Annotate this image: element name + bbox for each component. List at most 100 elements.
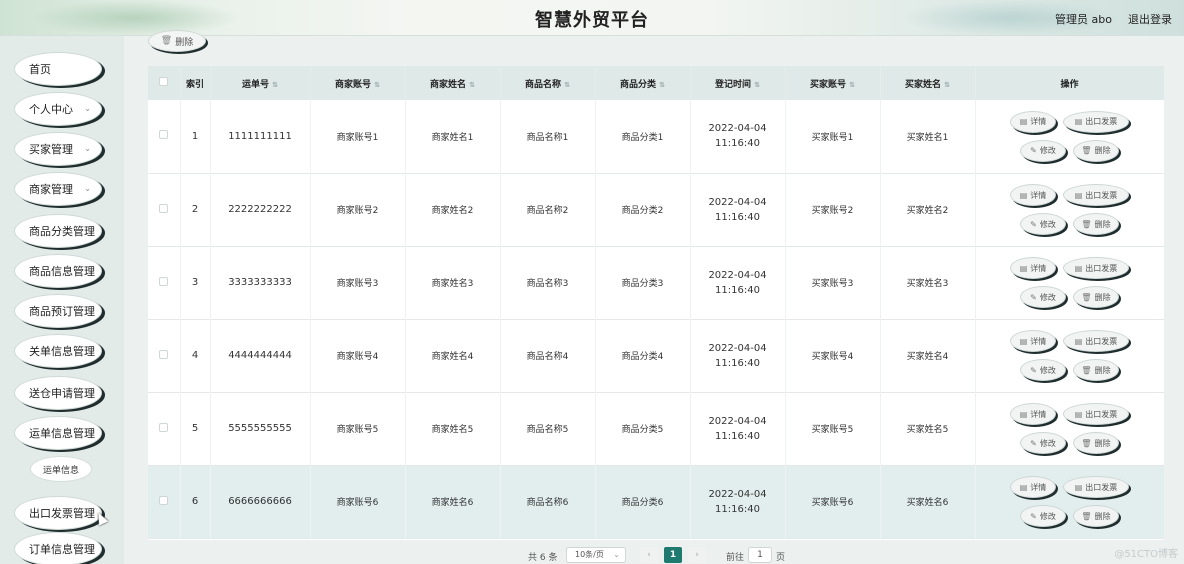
- cell-waybill: 3333333333: [210, 246, 311, 319]
- column-header[interactable]: 商家账号 ⇅: [310, 66, 406, 100]
- row-select-cell[interactable]: [148, 100, 181, 173]
- sort-icon[interactable]: ⇅: [944, 81, 950, 89]
- detail-button[interactable]: ▤ 详情: [1010, 403, 1056, 425]
- select-all-checkbox[interactable]: [159, 77, 169, 86]
- invoice-button[interactable]: ▤ 出口发票: [1063, 110, 1129, 133]
- sidebar-item[interactable]: 商品信息管理: [14, 254, 102, 288]
- column-header[interactable]: 商品分类 ⇅: [595, 66, 691, 100]
- column-header-label: 运单号: [242, 79, 270, 90]
- sidebar-item[interactable]: 运单信息管理: [14, 416, 102, 450]
- cell-index: 1: [180, 100, 211, 173]
- edit-label: 修改: [1039, 146, 1056, 156]
- row-checkbox[interactable]: [159, 422, 169, 432]
- column-header-label: 商品名称: [525, 79, 562, 90]
- sidebar-subitem[interactable]: 运单信息: [30, 456, 92, 482]
- edit-button[interactable]: ✎ 修改: [1020, 286, 1066, 308]
- row-checkbox[interactable]: [159, 349, 169, 359]
- row-select-cell[interactable]: [148, 173, 181, 246]
- pencil-icon: ✎: [1030, 365, 1037, 375]
- sort-icon[interactable]: ⇅: [469, 81, 475, 89]
- goto-page-input[interactable]: 1: [748, 547, 772, 563]
- row-select-cell[interactable]: [148, 465, 181, 538]
- next-page-button[interactable]: ›: [688, 547, 706, 563]
- document-icon: ▤: [1019, 117, 1028, 127]
- detail-button[interactable]: ▤ 详情: [1010, 476, 1056, 498]
- row-checkbox[interactable]: [159, 276, 169, 286]
- edit-button[interactable]: ✎ 修改: [1020, 432, 1066, 454]
- invoice-label: 出口发票: [1085, 336, 1118, 346]
- cell-time: 2022-04-04 11:16:40: [690, 465, 786, 538]
- sidebar-item-label: 运单信息管理: [29, 427, 95, 440]
- sort-icon[interactable]: ⇅: [849, 81, 855, 89]
- invoice-button[interactable]: ▤ 出口发票: [1063, 257, 1129, 279]
- row-checkbox[interactable]: [159, 130, 169, 140]
- sort-icon[interactable]: ⇅: [564, 81, 570, 89]
- detail-button[interactable]: ▤ 详情: [1010, 184, 1056, 206]
- batch-delete-button[interactable]: 🗑 删除: [148, 30, 206, 52]
- delete-button[interactable]: 🗑 删除: [1073, 213, 1119, 235]
- sort-icon[interactable]: ⇅: [659, 81, 665, 89]
- column-header: 索引: [180, 66, 211, 100]
- row-select-cell[interactable]: [148, 246, 181, 319]
- sidebar-item[interactable]: 首页: [14, 52, 102, 86]
- column-header[interactable]: 登记时间 ⇅: [690, 66, 786, 100]
- cell-buyer-acct: 买家账号2: [785, 173, 881, 246]
- delete-button[interactable]: 🗑 删除: [1073, 359, 1119, 381]
- invoice-button[interactable]: ▤ 出口发票: [1063, 184, 1129, 206]
- pencil-icon: ✎: [1030, 511, 1037, 521]
- sidebar-item[interactable]: 商家管理 ⌄: [14, 172, 102, 206]
- detail-button[interactable]: ▤ 详情: [1010, 257, 1056, 279]
- edit-button[interactable]: ✎ 修改: [1020, 505, 1066, 527]
- page-size-select[interactable]: 10条/页 ⌄: [566, 547, 626, 563]
- chevron-down-icon: ⌄: [84, 184, 91, 193]
- document-icon: ▤: [1019, 482, 1028, 492]
- cell-merchant-acct: 商家账号3: [310, 246, 406, 319]
- row-checkbox[interactable]: [159, 203, 169, 213]
- sidebar-item[interactable]: 商品预订管理: [14, 294, 102, 328]
- invoice-button[interactable]: ▤ 出口发票: [1063, 330, 1129, 352]
- delete-label: 删除: [1094, 511, 1111, 521]
- goto-label: 前往: [726, 553, 745, 563]
- row-select-cell[interactable]: [148, 319, 181, 392]
- cell-time: 2022-04-04 11:16:40: [690, 319, 786, 392]
- cell-category: 商品分类5: [595, 392, 691, 465]
- column-header[interactable]: 买家账号 ⇅: [785, 66, 881, 100]
- logout-link[interactable]: 退出登录: [1128, 11, 1172, 27]
- sort-icon[interactable]: ⇅: [272, 81, 278, 89]
- detail-label: 详情: [1030, 117, 1047, 127]
- column-header-label: 商家姓名: [430, 79, 467, 90]
- sidebar-item[interactable]: 个人中心 ⌄: [14, 92, 102, 126]
- row-checkbox[interactable]: [159, 495, 169, 505]
- delete-button[interactable]: 🗑 删除: [1073, 432, 1119, 454]
- prev-page-button[interactable]: ‹: [640, 547, 658, 563]
- delete-button[interactable]: 🗑 删除: [1073, 286, 1119, 308]
- invoice-button[interactable]: ▤ 出口发票: [1063, 403, 1129, 425]
- delete-button[interactable]: 🗑 删除: [1073, 139, 1119, 162]
- sidebar-item[interactable]: 商品分类管理: [14, 214, 102, 248]
- column-header[interactable]: 商家姓名 ⇅: [405, 66, 501, 100]
- sidebar-item[interactable]: 买家管理 ⌄: [14, 132, 102, 166]
- detail-button[interactable]: ▤ 详情: [1010, 330, 1056, 352]
- invoice-label: 出口发票: [1085, 409, 1118, 419]
- invoice-button[interactable]: ▤ 出口发票: [1063, 476, 1129, 498]
- edit-button[interactable]: ✎ 修改: [1020, 213, 1066, 235]
- detail-button[interactable]: ▤ 详情: [1010, 110, 1056, 133]
- column-header[interactable]: 运单号 ⇅: [210, 66, 311, 100]
- column-header[interactable]: 买家姓名 ⇅: [880, 66, 976, 100]
- row-actions: ▤ 详情 ▤ 出口发票 ✎ 修改 🗑 删除: [975, 246, 1164, 319]
- sidebar-item[interactable]: 关单信息管理: [14, 334, 102, 368]
- sort-icon[interactable]: ⇅: [754, 81, 760, 89]
- edit-button[interactable]: ✎ 修改: [1020, 359, 1066, 381]
- page-number-button[interactable]: 1: [664, 547, 682, 563]
- sort-icon[interactable]: ⇅: [374, 81, 380, 89]
- sidebar-item[interactable]: 出口发票管理: [14, 496, 102, 530]
- sidebar-item-label: 商品分类管理: [29, 225, 95, 238]
- select-all-cell[interactable]: [148, 66, 181, 100]
- sidebar-item[interactable]: 订单信息管理: [14, 532, 102, 564]
- sidebar-item[interactable]: 送仓申请管理: [14, 376, 102, 410]
- row-select-cell[interactable]: [148, 392, 181, 465]
- edit-button[interactable]: ✎ 修改: [1020, 139, 1066, 162]
- delete-button[interactable]: 🗑 删除: [1073, 505, 1119, 527]
- document-icon: ▤: [1074, 409, 1083, 419]
- column-header[interactable]: 商品名称 ⇅: [500, 66, 596, 100]
